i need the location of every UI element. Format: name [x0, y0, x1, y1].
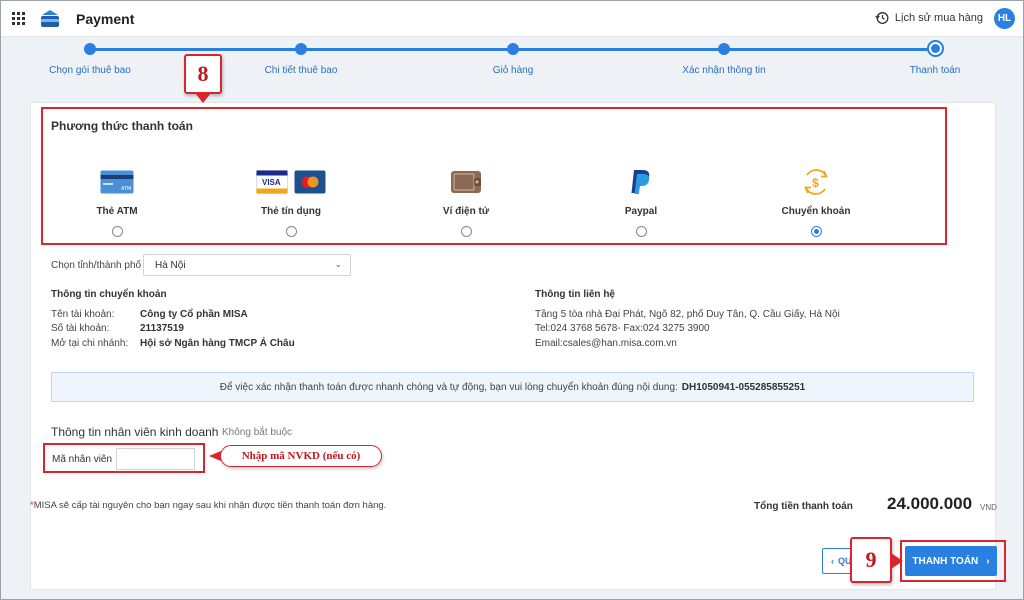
step-dot-2	[295, 43, 307, 55]
mastercard-icon	[294, 170, 326, 194]
pay-button[interactable]: THANH TOÁN ›	[905, 546, 997, 576]
history-label: Lịch sử mua hàng	[894, 12, 983, 24]
payment-logo-icon	[39, 9, 61, 34]
account-number-value: 21137519	[140, 323, 184, 334]
option-label-paypal: Paypal	[624, 206, 658, 217]
payment-option-atm[interactable]: ATM Thẻ ATM	[57, 167, 177, 237]
footnote-text: MISA sẽ cấp tài nguyên cho bạn ngay sau …	[33, 500, 387, 511]
app-grid-icon[interactable]	[12, 12, 25, 25]
transfer-notice: Để việc xác nhận thanh toán được nhanh c…	[51, 372, 974, 402]
total-label: Tổng tiền thanh toán	[754, 501, 853, 512]
account-name-value: Công ty Cổ phần MISA	[140, 309, 248, 320]
chevron-down-icon: ⌄	[334, 259, 342, 269]
employee-code-input[interactable]	[116, 448, 195, 470]
wallet-icon	[451, 171, 481, 193]
notice-code: DH1050941-055285855251	[681, 381, 806, 393]
total-currency: VND	[980, 503, 997, 512]
option-label-ewallet: Ví điện tử	[442, 206, 490, 217]
chevron-left-icon: ‹	[831, 556, 834, 566]
contact-address: Tầng 5 tòa nhà Đại Phát, Ngõ 82, phố Duy…	[535, 309, 840, 320]
svg-text:$: $	[812, 176, 819, 190]
credit-card-icon: VISA	[231, 167, 351, 197]
transfer-info-title: Thông tin chuyển khoản	[51, 289, 167, 300]
pay-button-label: THANH TOÁN	[912, 555, 979, 567]
visa-card-icon: VISA	[256, 170, 288, 194]
annotation-callout-9: 9	[850, 537, 903, 583]
employee-section-title: Thông tin nhân viên kinh doanh	[51, 425, 219, 439]
user-avatar[interactable]: HL	[994, 8, 1015, 29]
employee-optional-label: Không bắt buộc	[222, 427, 293, 438]
radio-transfer[interactable]	[810, 226, 822, 237]
contact-phone: Tel:024 3768 5678- Fax:024 3275 3900	[535, 323, 710, 334]
radio-atm[interactable]	[111, 226, 123, 237]
payment-option-credit[interactable]: VISA Thẻ tín dụng	[231, 167, 351, 237]
notice-text: Để việc xác nhận thanh toán được nhanh c…	[219, 381, 678, 393]
contact-info-title: Thông tin liên hệ	[535, 289, 615, 300]
payment-option-transfer[interactable]: $ Chuyển khoản	[756, 167, 876, 237]
checkout-stepper: Chọn gói thuê bao Chi tiết thuê bao Giỏ …	[0, 38, 1024, 100]
payment-option-paypal[interactable]: Paypal	[581, 167, 701, 237]
chevron-right-icon: ›	[986, 555, 990, 567]
city-label: Chọn tỉnh/thành phố	[51, 260, 142, 271]
bank-branch-label: Mở tại chi nhánh:	[51, 338, 129, 349]
paypal-icon	[631, 170, 650, 194]
payment-method-title: Phương thức thanh toán	[51, 119, 193, 133]
step-dot-4	[718, 43, 730, 55]
atm-card-icon: ATM	[100, 170, 134, 194]
radio-paypal[interactable]	[635, 226, 647, 237]
total-value: 24.000.000	[887, 494, 973, 513]
city-select[interactable]: Hà Nội ⌄	[143, 254, 351, 276]
city-selected-value: Hà Nội	[155, 260, 186, 271]
payment-option-ewallet[interactable]: Ví điện tử	[406, 167, 526, 237]
visa-text: VISA	[262, 178, 281, 187]
provisioning-footnote: *MISA sẽ cấp tài nguyên cho bạn ngay sau…	[30, 500, 386, 511]
history-icon	[875, 12, 889, 24]
purchase-history-link[interactable]: Lịch sử mua hàng	[875, 11, 983, 25]
step-label-payment: Thanh toán	[909, 65, 961, 76]
step-dot-5-active	[927, 40, 944, 57]
employee-code-label: Mã nhân viên	[52, 454, 113, 465]
account-name-label: Tên tài khoản:	[51, 309, 115, 320]
step-dot-3	[507, 43, 519, 55]
atm-text: ATM	[121, 186, 131, 192]
step-label-choose-plan[interactable]: Chọn gói thuê bao	[49, 65, 131, 76]
option-label-credit: Thẻ tín dụng	[261, 206, 321, 217]
step-dot-1	[84, 43, 96, 55]
bank-branch-value: Hội sở Ngân hàng TMCP Á Châu	[140, 338, 295, 349]
app-title: Payment	[76, 11, 135, 27]
step-label-plan-details[interactable]: Chi tiết thuê bao	[265, 65, 338, 76]
step-label-confirm[interactable]: Xác nhận thông tin	[682, 65, 765, 76]
bank-transfer-icon: $	[804, 169, 828, 195]
account-number-label: Số tài khoản:	[51, 323, 110, 334]
radio-credit[interactable]	[285, 226, 297, 237]
option-label-atm: Thẻ ATM	[96, 206, 138, 217]
contact-email: Email:csales@han.misa.com.vn	[535, 338, 677, 349]
option-label-transfer: Chuyển khoản	[781, 206, 851, 217]
step-label-cart[interactable]: Giỏ hàng	[493, 65, 534, 76]
app-header: Payment Lịch sử mua hàng HL	[1, 1, 1023, 37]
annotation-callout-8: 8	[184, 54, 222, 103]
employee-hint-callout: Nhập mã NVKD (nếu có)	[209, 445, 382, 467]
radio-ewallet[interactable]	[460, 226, 472, 237]
